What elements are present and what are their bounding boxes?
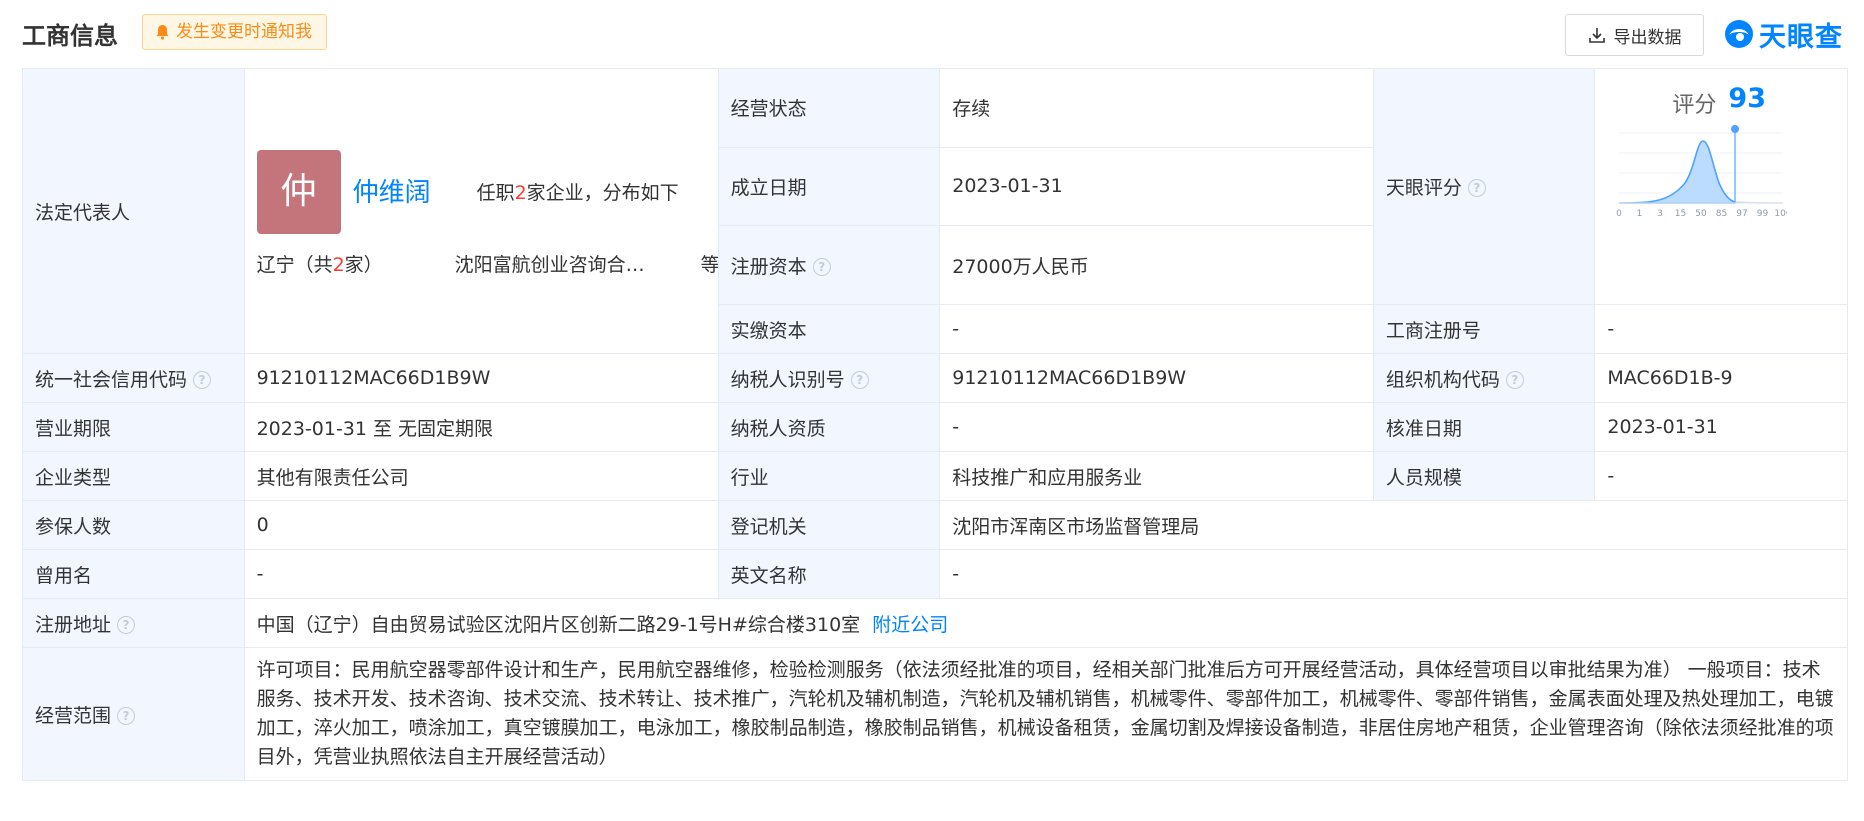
status-value: 存续 [939, 68, 1374, 148]
nearby-companies-link[interactable]: 附近公司 [872, 614, 948, 636]
region-count: 2 [332, 253, 345, 276]
legal-rep-label: 法定代表人 [22, 68, 245, 354]
region-suffix: 家） [344, 253, 383, 276]
score-area [1619, 140, 1737, 204]
biz-reg-no-label: 工商注册号 [1372, 304, 1596, 354]
address-label: 注册地址 [35, 613, 112, 636]
org-code-value: MAC66D1B-9 [1594, 353, 1848, 403]
help-icon[interactable]: ? [812, 257, 831, 276]
industry-value: 科技推广和应用服务业 [939, 451, 1374, 501]
taxpayer-id-label: 纳税人识别号 [730, 368, 845, 391]
founded-label: 成立日期 [717, 146, 941, 227]
bell-icon [156, 25, 169, 40]
credit-code-label-cell: 统一社会信用代码? [22, 353, 245, 403]
score-marker-dot [1731, 125, 1740, 133]
notify-label: 发生变更时通知我 [176, 22, 312, 42]
help-icon[interactable]: ? [1505, 370, 1524, 389]
former-name-label: 曾用名 [22, 549, 245, 599]
page-title: 工商信息 [22, 22, 118, 50]
score-tick-label: 97 [1737, 209, 1748, 219]
help-icon[interactable]: ? [117, 706, 136, 725]
scope-label: 经营范围 [35, 704, 112, 727]
staff-size-label: 人员规模 [1372, 451, 1596, 501]
score-label-cell: 天眼评分? [1372, 68, 1596, 305]
score-tick-label: 50 [1696, 209, 1708, 219]
term-value: 2023-01-31 至 无固定期限 [243, 402, 719, 452]
type-value: 其他有限责任公司 [243, 451, 719, 501]
score-tick-label: 1 [1637, 209, 1643, 219]
brand-logo[interactable]: 天眼查 [1723, 14, 1843, 54]
legal-rep-region: 辽宁（共2家） [257, 250, 383, 277]
reg-capital-label-cell: 注册资本? [717, 225, 941, 305]
score-label: 天眼评分 [1385, 177, 1462, 199]
address-label-cell: 注册地址? [22, 598, 245, 648]
business-info-table: 法定代表人 仲 仲维阔 任职2家企业，分布如下 辽宁（共2家） 沈阳富航创业咨询… [22, 68, 1849, 781]
score-tick-label: 0 [1617, 209, 1623, 219]
score-tick-label: 100 [1775, 209, 1788, 219]
header: 工商信息 发生变更时通知我 导出数据 天眼查 [0, 0, 1864, 68]
score-tick-label: 85 [1716, 209, 1727, 219]
legal-rep-more: 等 [700, 253, 719, 276]
help-icon[interactable]: ? [1467, 179, 1486, 197]
score-title: 评分 [1672, 93, 1717, 118]
export-data-button[interactable]: 导出数据 [1565, 14, 1704, 56]
paid-capital-label: 实缴资本 [717, 304, 941, 354]
avatar: 仲 [256, 149, 341, 234]
notify-on-change-button[interactable]: 发生变更时通知我 [142, 14, 327, 50]
region-prefix: 辽宁（共 [256, 253, 333, 276]
taxpayer-qual-label: 纳税人资质 [717, 402, 941, 452]
staff-size-value: - [1594, 451, 1848, 501]
status-label: 经营状态 [717, 68, 941, 148]
english-name-value: - [939, 549, 1848, 599]
approval-date-label: 核准日期 [1372, 402, 1596, 452]
download-icon [1588, 28, 1605, 43]
taxpayer-id-value: 91210112MAC66D1B9W [939, 353, 1374, 403]
score-tick-label: 15 [1675, 209, 1686, 219]
registry-label: 登记机关 [717, 500, 941, 550]
org-code-label: 组织机构代码 [1385, 368, 1500, 391]
industry-label: 行业 [717, 451, 941, 501]
scope-value: 许可项目：民用航空器零部件设计和生产，民用航空器维修，检验检测服务（依法须经批准… [243, 647, 1849, 781]
legal-rep-company-link[interactable]: 沈阳富航创业咨询合… [455, 250, 645, 277]
founded-value: 2023-01-31 [939, 146, 1374, 227]
address-cell: 中国（辽宁）自由贸易试验区沈阳片区创新二路29-1号H#综合楼310室 附近公司 [243, 598, 1849, 648]
biz-reg-no-value: - [1594, 304, 1848, 354]
org-code-label-cell: 组织机构代码? [1372, 353, 1596, 403]
score-cell: 评分 93 0 1 3 15 50 85 97 99 100 [1594, 68, 1848, 305]
legal-rep-posts: 任职2家企业，分布如下 [477, 178, 679, 205]
help-icon[interactable]: ? [850, 370, 869, 389]
score-ticks: 0 1 3 15 50 85 97 99 100 [1617, 209, 1788, 219]
taxpayer-id-label-cell: 纳税人识别号? [717, 353, 941, 403]
score-tick-label: 3 [1658, 209, 1664, 219]
taxpayer-qual-value: - [939, 402, 1374, 452]
posts-suffix: 家企业，分布如下 [526, 181, 679, 204]
legal-rep-name-link[interactable]: 仲维阔 [353, 172, 431, 209]
score-tick-label: 99 [1757, 209, 1769, 219]
approval-date-value: 2023-01-31 [1594, 402, 1848, 452]
score-distribution-chart: 0 1 3 15 50 85 97 99 100 [1617, 125, 1788, 219]
score-value: 93 [1728, 83, 1766, 114]
posts-prefix: 任职 [476, 181, 515, 204]
term-label: 营业期限 [22, 402, 245, 452]
reg-capital-value: 27000万人民币 [939, 225, 1374, 305]
credit-code-label: 统一社会信用代码 [35, 368, 188, 391]
registry-value: 沈阳市浑南区市场监督管理局 [939, 500, 1848, 550]
paid-capital-value: - [939, 304, 1374, 354]
former-name-value: - [243, 549, 719, 599]
reg-capital-label: 注册资本 [730, 255, 807, 278]
scope-label-cell: 经营范围? [22, 647, 245, 781]
insured-label: 参保人数 [22, 500, 245, 550]
brand-name: 天眼查 [1759, 21, 1843, 53]
insured-value: 0 [243, 500, 719, 550]
legal-rep-cell: 仲 仲维阔 任职2家企业，分布如下 辽宁（共2家） 沈阳富航创业咨询合… 等 [243, 68, 719, 354]
english-name-label: 英文名称 [717, 549, 941, 599]
address-value: 中国（辽宁）自由贸易试验区沈阳片区创新二路29-1号H#综合楼310室 [256, 613, 861, 636]
tianyancha-logo-icon [1725, 20, 1753, 48]
help-icon[interactable]: ? [117, 615, 136, 634]
posts-count: 2 [514, 181, 527, 204]
type-label: 企业类型 [22, 451, 245, 501]
help-icon[interactable]: ? [193, 370, 212, 389]
export-label: 导出数据 [1613, 27, 1682, 48]
credit-code-value: 91210112MAC66D1B9W [243, 353, 719, 403]
